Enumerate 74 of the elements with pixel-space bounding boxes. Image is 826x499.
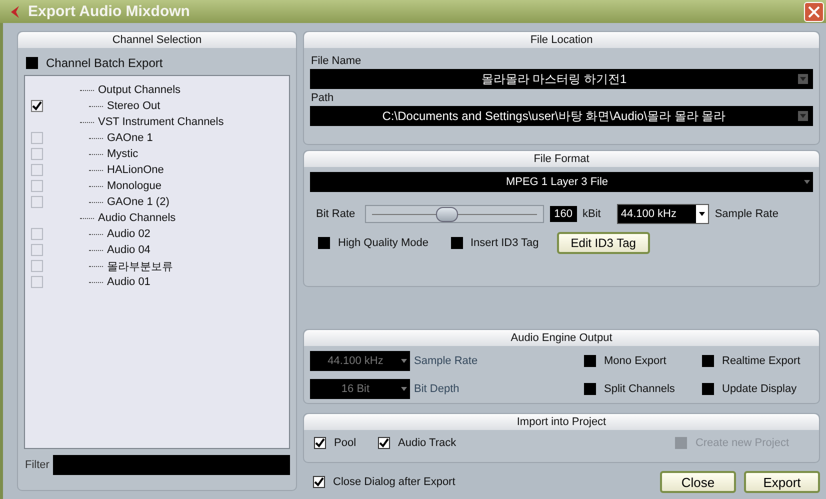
tree-item[interactable]: Audio Channels bbox=[98, 212, 176, 224]
checkbox[interactable] bbox=[702, 355, 714, 367]
checkbox-label: Audio Track bbox=[398, 437, 456, 449]
checkbox-label: Update Display bbox=[722, 383, 797, 395]
checkbox-label: Channel Batch Export bbox=[46, 56, 163, 70]
close-button[interactable] bbox=[804, 2, 824, 22]
dropdown-arrow-icon bbox=[401, 387, 407, 391]
tree-item[interactable]: Mystic bbox=[107, 148, 138, 160]
bit-rate-value: 160 bbox=[550, 206, 576, 222]
dropdown-arrow-icon bbox=[804, 180, 810, 184]
window-title: Export Audio Mixdown bbox=[28, 3, 191, 20]
tree-item[interactable]: Audio 01 bbox=[107, 276, 150, 288]
edit-id3-tag-button[interactable]: Edit ID3 Tag bbox=[556, 232, 650, 254]
checkbox-label: High Quality Mode bbox=[338, 237, 428, 249]
panel-header: File Format bbox=[304, 151, 819, 167]
bit-rate-label: Bit Rate bbox=[316, 208, 356, 220]
checkbox[interactable] bbox=[31, 196, 43, 208]
field-label: Bit Depth bbox=[413, 383, 460, 395]
dropdown-arrow-icon bbox=[798, 74, 808, 84]
checkbox[interactable] bbox=[450, 237, 462, 249]
tree-item[interactable]: GAOne 1 bbox=[107, 132, 153, 144]
checkbox[interactable] bbox=[318, 237, 330, 249]
tree-item[interactable]: Audio 04 bbox=[107, 244, 150, 256]
tree-item[interactable]: Stereo Out bbox=[107, 100, 160, 112]
checkbox[interactable] bbox=[31, 148, 43, 160]
checkbox-label: Insert ID3 Tag bbox=[470, 237, 539, 249]
tree-item[interactable]: Audio 02 bbox=[107, 228, 150, 240]
tree-item[interactable]: Output Channels bbox=[98, 84, 181, 96]
checkbox[interactable] bbox=[313, 476, 325, 488]
tree-item[interactable]: Monologue bbox=[107, 180, 162, 192]
sample-rate-label: Sample Rate bbox=[714, 208, 778, 220]
slider-thumb[interactable] bbox=[436, 207, 458, 222]
checkbox[interactable] bbox=[378, 437, 390, 449]
unit-label: kBit bbox=[582, 208, 601, 220]
panel-header: Import into Project bbox=[304, 414, 819, 430]
checkbox[interactable] bbox=[584, 383, 596, 395]
field-label: File Name bbox=[311, 55, 362, 67]
checkbox[interactable] bbox=[31, 276, 43, 288]
tree-item[interactable]: HALionOne bbox=[107, 164, 164, 176]
field-label: Path bbox=[311, 92, 335, 104]
dropdown-arrow-icon bbox=[798, 111, 808, 121]
checkbox-label: Realtime Export bbox=[722, 355, 800, 367]
checkbox-label: Mono Export bbox=[604, 355, 666, 367]
path-dropdown[interactable]: C:\Documents and Settings\user\바탕 화면\Audio\몰라 몰라 몰라 bbox=[310, 106, 813, 126]
checkbox[interactable] bbox=[31, 164, 43, 176]
panel-header: Audio Engine Output bbox=[304, 330, 819, 346]
close-icon bbox=[808, 6, 820, 18]
filter-field[interactable] bbox=[53, 455, 290, 475]
checkbox-label: Close Dialog after Export bbox=[333, 476, 456, 488]
checkbox-label: Pool bbox=[334, 437, 356, 449]
tree-item[interactable]: 몰라부분보류 bbox=[107, 258, 173, 274]
checkbox[interactable] bbox=[584, 355, 596, 367]
sample-rate-dropdown[interactable]: 44.100 kHz bbox=[616, 204, 709, 224]
checkbox[interactable] bbox=[31, 180, 43, 192]
checkbox-label: Split Channels bbox=[604, 383, 675, 395]
dropdown-arrow-icon bbox=[401, 359, 407, 363]
checkbox[interactable] bbox=[31, 132, 43, 144]
checkbox[interactable] bbox=[314, 437, 326, 449]
checkbox[interactable] bbox=[31, 228, 43, 240]
filter-label: Filter bbox=[25, 459, 50, 471]
checkbox[interactable] bbox=[702, 383, 714, 395]
tree-item[interactable]: GAOne 1 (2) bbox=[107, 196, 170, 208]
field-label: Sample Rate bbox=[413, 355, 479, 367]
file-name-dropdown[interactable]: 몰라몰라 마스터링 하기전1 bbox=[310, 69, 813, 89]
checkbox[interactable] bbox=[31, 260, 43, 272]
tree-item[interactable]: VST Instrument Channels bbox=[98, 116, 224, 128]
checkbox[interactable] bbox=[31, 244, 43, 256]
format-dropdown[interactable]: MPEG 1 Layer 3 File bbox=[310, 172, 813, 192]
dialog-button[interactable]: Close bbox=[660, 471, 736, 493]
checkbox[interactable] bbox=[31, 100, 43, 112]
checkbox[interactable] bbox=[26, 57, 38, 69]
panel-header: Channel Selection bbox=[18, 32, 296, 48]
dialog-button[interactable]: Export bbox=[744, 471, 820, 493]
panel-header: File Location bbox=[304, 32, 819, 48]
